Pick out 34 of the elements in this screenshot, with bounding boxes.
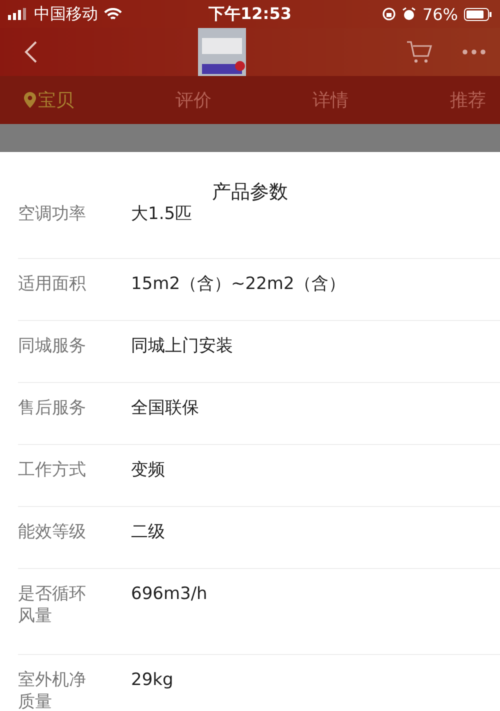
param-value: 二级 [131,521,165,544]
alarm-icon [402,7,416,21]
location-pin-icon [24,92,36,108]
carrier-name: 中国移动 [34,4,98,24]
param-label: 空调功率 [18,203,87,226]
back-icon[interactable] [24,40,38,64]
cart-icon[interactable] [406,40,432,64]
tab[interactable]: 宝贝 [24,84,74,116]
param-value: 15m2（含）~22m2（含） [131,273,346,296]
battery-icon [464,8,492,20]
clock-time: 下午12:53 [208,4,292,24]
param-value: 变频 [131,459,165,482]
param-value: 696m3/h [131,583,208,606]
param-label: 室外机净质量 [18,669,87,711]
sheet-title: 产品参数 [211,180,289,205]
tab[interactable]: 推荐 [450,84,486,116]
rotation-lock-icon [382,7,396,21]
tab[interactable]: 详情 [312,84,349,116]
tab[interactable]: 评价 [175,84,212,116]
param-value: 29kg [131,669,174,692]
param-value: 同城上门安装 [131,335,233,358]
param-value: 全国联保 [131,397,199,420]
product-thumbnail[interactable] [198,28,246,76]
param-value: 大1.5匹 [131,203,192,226]
signal-icon [8,8,28,20]
param-label: 售后服务 [18,397,87,420]
param-label: 适用面积 [18,273,87,296]
param-label: 同城服务 [18,335,87,358]
param-label: 工作方式 [18,459,87,482]
more-icon[interactable] [462,49,486,55]
param-label: 是否循环风量 [18,583,87,628]
wifi-icon [104,8,122,20]
param-label: 能效等级 [18,521,87,544]
battery-percent: 76% [422,4,458,24]
